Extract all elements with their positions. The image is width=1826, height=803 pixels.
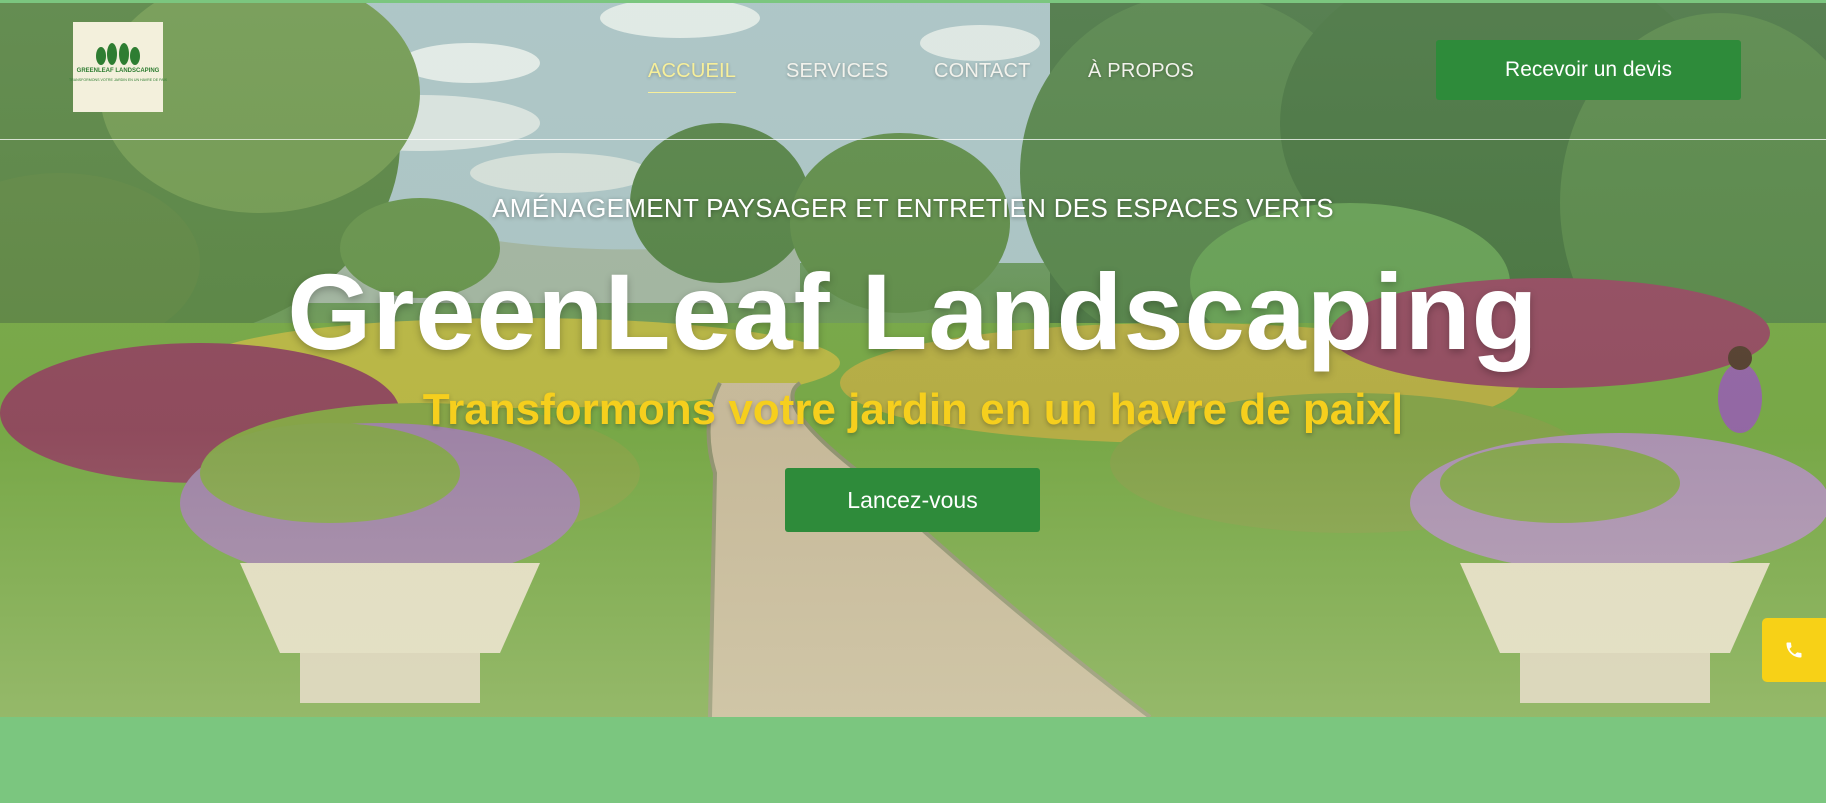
hero-title: GreenLeaf Landscaping	[287, 251, 1539, 372]
hero-tagline: Transformons votre jardin en un havre de…	[422, 385, 1404, 434]
phone-icon	[1786, 642, 1802, 658]
leaf-trees-icon	[96, 43, 140, 65]
get-started-button[interactable]: Lancez-vous	[785, 468, 1040, 532]
bottom-green-band	[0, 717, 1826, 803]
logo-tagline: TRANSFORMONS VOTRE JARDIN EN UN HAVRE DE…	[68, 78, 168, 82]
nav-link-services[interactable]: SERVICES	[786, 60, 888, 83]
site-logo[interactable]: GREENLEAF LANDSCAPING TRANSFORMONS VOTRE…	[69, 22, 167, 112]
logo-name: GREENLEAF LANDSCAPING	[76, 68, 160, 74]
nav-link-accueil[interactable]: ACCUEIL	[648, 60, 737, 93]
hero-kicker: AMÉNAGEMENT PAYSAGER ET ENTRETIEN DES ES…	[492, 193, 1334, 223]
quote-request-button[interactable]: Recevoir un devis	[1436, 40, 1741, 100]
nav-link-a-propos[interactable]: À PROPOS	[1088, 60, 1194, 83]
nav-link-contact[interactable]: CONTACT	[934, 60, 1031, 83]
top-accent-strip	[0, 0, 1826, 3]
header-divider	[0, 139, 1826, 140]
floating-phone-button[interactable]	[1762, 618, 1826, 682]
